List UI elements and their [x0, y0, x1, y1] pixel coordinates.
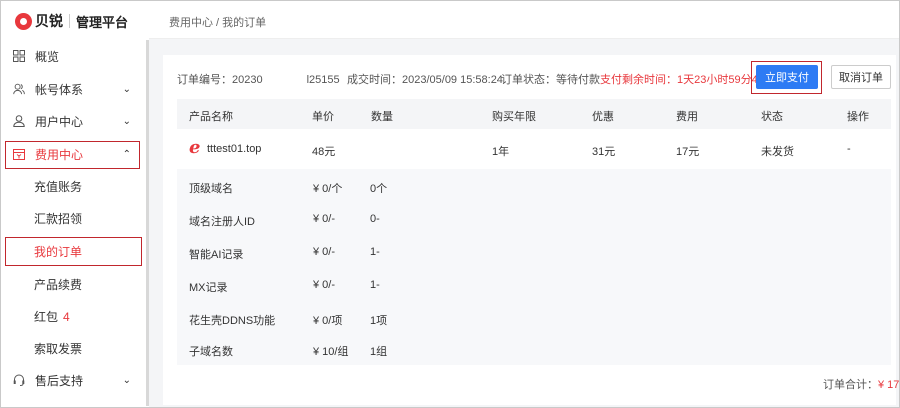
- chevron-down-icon: ⌄: [122, 374, 131, 386]
- column-header: 单价: [312, 111, 334, 123]
- item-name: 顶级域名: [189, 183, 233, 195]
- sidebar-item-label: 充值账务: [34, 179, 83, 194]
- breadcrumb: 费用中心 / 我的订单: [169, 17, 267, 29]
- item-qty: 1项: [370, 315, 388, 327]
- column-header: 数量: [371, 111, 393, 123]
- brand-logo-icon: [15, 12, 32, 30]
- column-header: 操作: [847, 111, 869, 123]
- item-price: ¥ 0/-: [313, 246, 336, 258]
- product-name: tttest01.top: [207, 143, 262, 155]
- sidebar-item-label: 用户中心: [35, 114, 84, 129]
- product-discount: 31元: [592, 146, 616, 158]
- users-icon: [13, 83, 25, 95]
- brand-name: 贝锐: [35, 13, 63, 29]
- headset-icon: [13, 374, 25, 386]
- chevron-down-icon: ⌄: [122, 83, 131, 95]
- sidebar-item-support[interactable]: 售后支持 ⌄: [1, 364, 147, 396]
- sidebar: 贝锐 管理平台 概览 帐号体系 ⌄ 用户中心 ⌄ 费用中心 ⌃ 充值账务 汇款招…: [1, 1, 147, 407]
- column-header: 状态: [761, 111, 783, 123]
- order-number: 订单编号：20230 l25155: [177, 74, 340, 86]
- order-total-label: 订单合计：: [823, 379, 878, 391]
- sidebar-item-accounts[interactable]: 帐号体系 ⌄: [1, 73, 147, 105]
- sidebar-item-label: 产品续费: [34, 277, 83, 292]
- sidebar-item-renewal[interactable]: 产品续费: [1, 268, 147, 300]
- product-years: 1年: [492, 146, 510, 158]
- item-name: MX记录: [189, 282, 228, 294]
- order-time: 成交时间：2023/05/09 15:58:24: [347, 74, 503, 86]
- top-bar: 费用中心 / 我的订单: [149, 1, 899, 39]
- column-header: 优惠: [592, 111, 614, 123]
- table-row: 花生壳DDNS功能 ¥ 0/项 1项: [177, 303, 891, 336]
- table-row: 顶级域名 ¥ 0/个 0个: [177, 171, 891, 204]
- order-total-value: ¥ 17: [878, 379, 900, 391]
- highlight-box-my-orders: [5, 237, 142, 266]
- product-status: 未发货: [761, 146, 794, 158]
- item-qty: 0-: [370, 213, 380, 225]
- chevron-down-icon: ⌄: [122, 115, 131, 127]
- cancel-order-button[interactable]: 取消订单: [831, 65, 891, 89]
- sidebar-item-invoice[interactable]: 索取发票: [1, 332, 147, 364]
- sidebar-item-label: 红包 4: [34, 308, 70, 325]
- item-price: ¥ 0/个: [313, 183, 343, 195]
- item-name: 智能AI记录: [189, 249, 244, 261]
- item-name: 域名注册人ID: [189, 216, 255, 228]
- pay-now-button[interactable]: 立即支付: [756, 65, 818, 89]
- order-total: 订单合计：¥ 17: [823, 376, 899, 392]
- table-row: 域名注册人ID ¥ 0/- 0-: [177, 204, 891, 237]
- domain-e-icon: e: [189, 137, 201, 158]
- table-row: e tttest01.top 48元 1年 31元 17元 未发货 -: [177, 129, 891, 169]
- item-price: ¥ 0/-: [313, 213, 336, 225]
- highlight-box-billing: [5, 141, 140, 169]
- brand[interactable]: 贝锐 管理平台: [15, 11, 128, 31]
- item-price: ¥ 0/项: [313, 315, 343, 327]
- sidebar-item-label: 索取发票: [34, 341, 83, 356]
- column-header: 产品名称: [189, 111, 233, 123]
- item-qty: 1-: [370, 279, 380, 291]
- product-action: -: [847, 143, 851, 155]
- brand-divider: [69, 14, 70, 28]
- payment-countdown: 支付剩余时间：1天23小时59分46秒: [600, 74, 775, 86]
- table-row: MX记录 ¥ 0/- 1-: [177, 270, 891, 303]
- sidebar-item-recharge[interactable]: 充值账务: [1, 170, 147, 202]
- column-header: 费用: [676, 111, 698, 123]
- count-badge: 4: [63, 309, 70, 324]
- red-packet-label: 红包: [34, 309, 59, 324]
- brand-subtitle: 管理平台: [76, 14, 129, 30]
- grid-icon: [13, 50, 25, 62]
- order-table: 产品名称 单价 数量 购买年限 优惠 费用 状态 操作 e tttest01.t…: [177, 99, 891, 365]
- sidebar-item-label: 概览: [35, 49, 60, 64]
- sidebar-item-user-center[interactable]: 用户中心 ⌄: [1, 105, 147, 137]
- order-status: 订单状态：等待付款: [501, 74, 600, 86]
- item-name: 花生壳DDNS功能: [189, 315, 276, 327]
- product-price: 48元: [312, 146, 336, 158]
- item-price: ¥ 10/组: [313, 346, 349, 358]
- item-qty: 0个: [370, 183, 388, 195]
- sidebar-item-label: 帐号体系: [35, 82, 84, 97]
- table-header: 产品名称 单价 数量 购买年限 优惠 费用 状态 操作: [177, 99, 891, 129]
- user-icon: [13, 115, 25, 127]
- table-row: 智能AI记录 ¥ 0/- 1-: [177, 237, 891, 270]
- sidebar-item-red-packet[interactable]: 红包 4: [1, 300, 147, 332]
- sidebar-item-label: 售后支持: [35, 373, 84, 388]
- item-price: ¥ 0/-: [313, 279, 336, 291]
- sidebar-item-overview[interactable]: 概览: [1, 40, 147, 72]
- item-qty: 1组: [370, 346, 388, 358]
- sidebar-item-label: 汇款招领: [34, 211, 83, 226]
- table-row: 子域名数 ¥ 10/组 1组: [177, 336, 891, 369]
- product-cost: 17元: [676, 146, 700, 158]
- item-qty: 1-: [370, 246, 380, 258]
- sidebar-item-remittance[interactable]: 汇款招领: [1, 202, 147, 234]
- item-name: 子域名数: [189, 346, 233, 358]
- column-header: 购买年限: [492, 111, 536, 123]
